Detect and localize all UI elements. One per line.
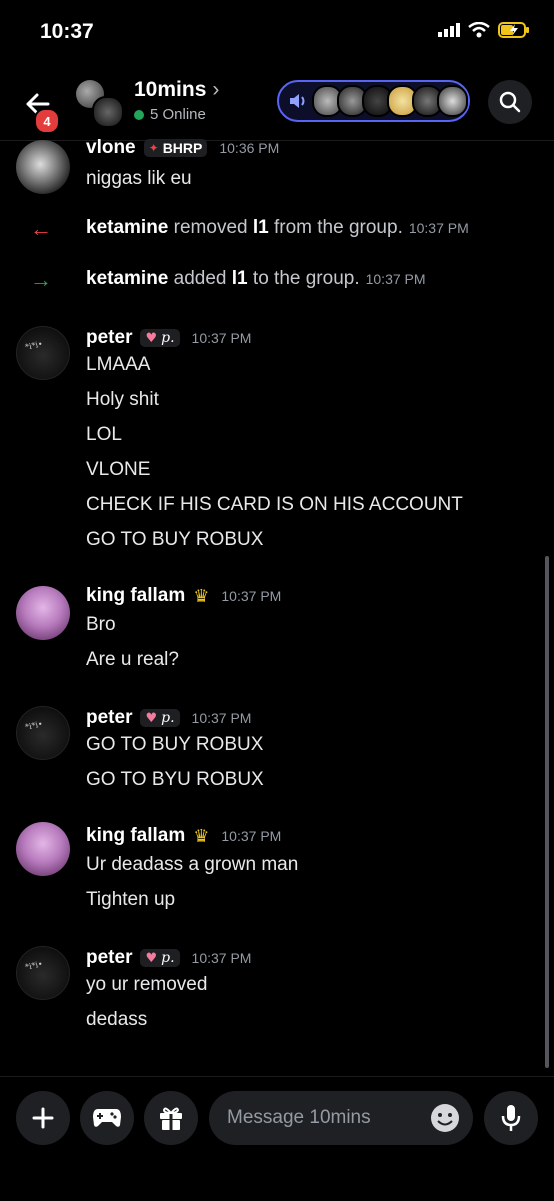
- username[interactable]: vlone: [86, 137, 136, 159]
- gamepad-icon: [93, 1109, 121, 1127]
- timestamp: 10:37 PM: [365, 271, 426, 287]
- username[interactable]: ketamine: [86, 217, 168, 238]
- timestamp: 10:36 PM: [219, 140, 280, 156]
- heart-icon: ♥: [145, 950, 158, 966]
- status-time: 10:37: [40, 20, 94, 43]
- avatar[interactable]: [16, 822, 70, 876]
- server-tag[interactable]: ♥ p.: [140, 949, 180, 967]
- message-header: peter ♥ p. 10:37 PM: [86, 946, 251, 970]
- voice-call-pill[interactable]: [277, 80, 470, 122]
- message-text: Ur deadass a grown man: [86, 854, 299, 875]
- avatar[interactable]: [16, 140, 70, 194]
- message-text: yo ur removed: [86, 974, 208, 995]
- username[interactable]: king fallam: [86, 585, 185, 607]
- microphone-icon: [501, 1105, 521, 1131]
- scrollbar[interactable]: [545, 556, 549, 1068]
- timestamp: 10:37 PM: [191, 950, 252, 966]
- search-icon: [499, 91, 521, 113]
- plus-icon: [32, 1107, 54, 1129]
- message-header: peter ♥ p. 10:37 PM: [86, 706, 251, 730]
- message-text: VLONE: [86, 459, 151, 480]
- message-text: GO TO BUY ROBUX: [86, 734, 264, 755]
- wifi-icon: [468, 22, 490, 38]
- tag-icon: ✦: [148, 141, 159, 155]
- timestamp: 10:37 PM: [191, 710, 252, 726]
- arrow-right-icon: →: [30, 267, 52, 292]
- emoji-icon[interactable]: [429, 1102, 461, 1134]
- speaker-icon: [285, 88, 310, 114]
- timestamp: 10:37 PM: [191, 330, 252, 346]
- message-text: niggas lik eu: [86, 168, 192, 189]
- message-text: GO TO BUY ROBUX: [86, 529, 264, 550]
- gift-icon: [160, 1107, 182, 1130]
- status-bar: 10:37: [0, 0, 554, 64]
- username[interactable]: peter: [86, 707, 132, 729]
- crown-icon: ♛: [193, 585, 210, 606]
- message-composer: Message 10mins: [0, 1076, 554, 1201]
- avatar[interactable]: *i*i•: [16, 706, 70, 760]
- timestamp: 10:37 PM: [408, 220, 469, 236]
- avatar[interactable]: [16, 586, 70, 640]
- message-header: king fallam ♛ 10:37 PM: [86, 584, 281, 608]
- username[interactable]: l1: [232, 268, 248, 289]
- message-text: Are u real?: [86, 649, 179, 670]
- message-text: LMAAA: [86, 354, 151, 375]
- heart-icon: ♥: [145, 710, 158, 726]
- gift-button[interactable]: [144, 1091, 198, 1145]
- message-header: vlone ✦ BHRP 10:36 PM: [86, 136, 279, 160]
- system-message: ← ketamine removed l1 from the group. 10:…: [30, 216, 469, 241]
- username[interactable]: l1: [253, 217, 269, 238]
- chevron-right-icon: ›: [212, 78, 220, 101]
- crown-icon: ♛: [193, 825, 210, 846]
- message-text: Tighten up: [86, 889, 176, 910]
- channel-header: 4 10mins › 5 Online: [0, 64, 554, 141]
- message-text: dedass: [86, 1009, 148, 1030]
- message-header: king fallam ♛ 10:37 PM: [86, 824, 281, 848]
- message-header: peter ♥ p. 10:37 PM: [86, 326, 251, 350]
- heart-icon: ♥: [145, 330, 158, 346]
- online-status: 5 Online: [134, 106, 206, 123]
- status-icons: [438, 22, 530, 38]
- arrow-left-icon: ←: [30, 216, 52, 241]
- username[interactable]: peter: [86, 947, 132, 969]
- activities-button[interactable]: [80, 1091, 134, 1145]
- voice-message-button[interactable]: [484, 1091, 538, 1145]
- username[interactable]: king fallam: [86, 825, 185, 847]
- voice-avatar: [436, 85, 468, 117]
- message-text: CHECK IF HIS CARD IS ON HIS ACCOUNT: [86, 494, 463, 515]
- message-text: LOL: [86, 424, 122, 445]
- username[interactable]: peter: [86, 327, 132, 349]
- timestamp: 10:37 PM: [221, 828, 282, 844]
- message-input[interactable]: Message 10mins: [209, 1091, 473, 1145]
- message-text: GO TO BYU ROBUX: [86, 769, 264, 790]
- signal-icon: [438, 23, 460, 37]
- battery-charging-icon: [498, 22, 529, 38]
- message-text: Holy shit: [86, 389, 159, 410]
- username[interactable]: ketamine: [86, 268, 168, 289]
- add-attachment-button[interactable]: [16, 1091, 70, 1145]
- system-message: → ketamine added l1 to the group. 10:37 P…: [30, 267, 426, 292]
- message-text: Bro: [86, 614, 116, 635]
- avatar[interactable]: *i*i•: [16, 946, 70, 1000]
- online-dot-icon: [134, 109, 144, 120]
- group-avatar[interactable]: [72, 78, 124, 128]
- server-tag[interactable]: ✦ BHRP: [143, 139, 208, 157]
- server-tag[interactable]: ♥ p.: [140, 709, 180, 727]
- server-tag[interactable]: ♥ p.: [140, 329, 180, 347]
- timestamp: 10:37 PM: [221, 588, 282, 604]
- avatar[interactable]: *i*i•: [16, 326, 70, 380]
- search-button[interactable]: [488, 80, 532, 124]
- group-title[interactable]: 10mins ›: [134, 78, 219, 102]
- unread-badge: 4: [34, 108, 60, 134]
- message-placeholder: Message 10mins: [227, 1107, 371, 1128]
